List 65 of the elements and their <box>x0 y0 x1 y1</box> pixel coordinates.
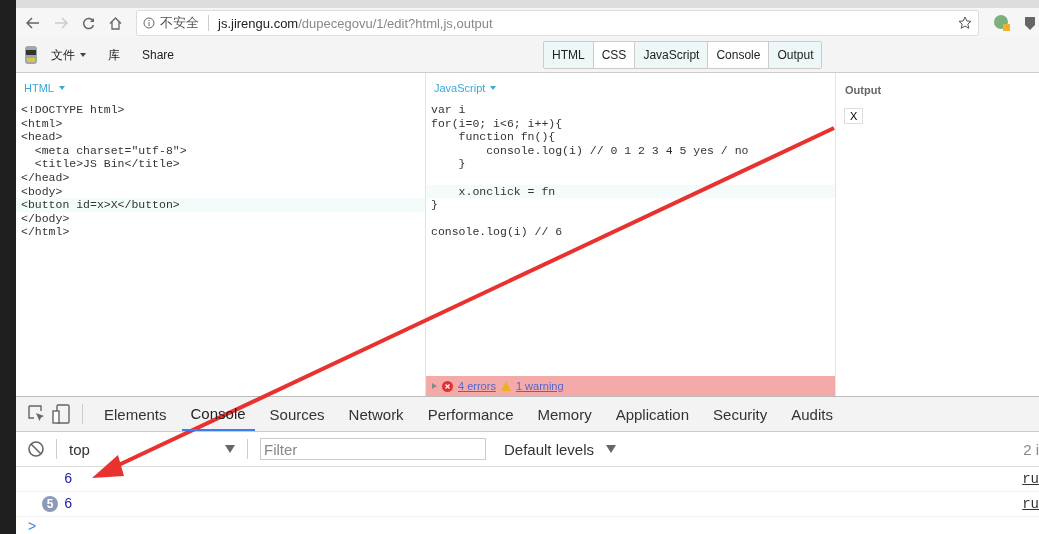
devtools-tab[interactable]: Audits <box>782 397 842 431</box>
menu-item[interactable]: 库 <box>99 46 129 64</box>
code-line: for(i=0; i<6; i++){ <box>431 116 563 130</box>
devtools-tab[interactable]: Sources <box>260 397 334 431</box>
source-link[interactable]: ru <box>1022 496 1039 512</box>
reload-icon[interactable] <box>82 16 95 30</box>
repeat-count-badge: 5 <box>42 496 58 512</box>
address-bar[interactable]: 不安全 js.jirengu.com/dupecegovu/1/edit?html,js,output <box>136 10 979 36</box>
source-link[interactable]: ru <box>1022 471 1039 487</box>
dropdown-caret-icon[interactable] <box>606 445 617 453</box>
jsbin-logo-icon[interactable] <box>24 45 38 65</box>
devtools-tab[interactable]: Security <box>704 397 777 431</box>
error-icon <box>442 380 453 392</box>
levels-dropdown[interactable]: Default levels <box>498 439 601 459</box>
code-line: <title>JS Bin</title> <box>33 157 180 171</box>
message-count: 2 i <box>1023 440 1039 458</box>
panel-tab[interactable]: Output <box>769 42 822 68</box>
bookmark-star-icon[interactable] <box>958 16 972 30</box>
panel-tab[interactable]: HTML <box>544 42 594 68</box>
home-icon[interactable] <box>109 16 122 30</box>
code-line: console.log(i) // 6 <box>431 225 563 239</box>
devtools-tab[interactable]: Application <box>606 397 699 431</box>
info-icon <box>143 17 155 29</box>
code-line: function fn(){ <box>457 130 556 144</box>
code-line: </head> <box>21 170 70 184</box>
clear-console-icon[interactable] <box>28 441 44 457</box>
panel-title: Output <box>844 83 883 98</box>
panel-tab[interactable]: JavaScript <box>635 42 709 68</box>
dropdown-caret-icon[interactable] <box>225 445 235 453</box>
url-text: js.jirengu.com/dupecegovu/1/edit?html,js,output <box>218 15 494 31</box>
console-prompt[interactable]: > <box>16 518 37 534</box>
code-line: <body> <box>21 184 63 198</box>
devtools-tab[interactable]: Memory <box>528 397 601 431</box>
code-line: console.log(i) // 0 1 2 3 4 5 yes / no <box>485 143 749 157</box>
devtools-tab[interactable]: Network <box>339 397 413 431</box>
code-line: } <box>431 198 438 212</box>
shield-icon[interactable] <box>1025 15 1035 31</box>
code-line: <button id=x>X</button> <box>21 198 180 212</box>
inspect-icon[interactable] <box>28 405 46 423</box>
code-line: <html> <box>21 116 63 130</box>
back-icon[interactable] <box>26 17 40 29</box>
devtools-tab[interactable]: Elements <box>95 397 176 431</box>
panel-tab[interactable]: Console <box>708 42 770 68</box>
code-line: </body> <box>21 211 70 225</box>
code-line: </html> <box>21 225 70 239</box>
devtools-tab[interactable]: Performance <box>418 397 523 431</box>
code-line: } <box>457 157 466 171</box>
menu-item[interactable]: Share <box>133 48 184 62</box>
code-line: <meta charset="utf-8"> <box>33 143 187 157</box>
menu-item[interactable]: 文件 <box>42 46 95 64</box>
log-value: 6 <box>64 471 73 487</box>
code-line: <!DOCTYPE html> <box>21 103 125 116</box>
filter-field[interactable]: Filter <box>260 438 486 460</box>
context-select[interactable]: top <box>69 440 219 458</box>
security-label: 不安全 <box>160 14 199 32</box>
caret-icon[interactable] <box>490 86 497 90</box>
caret-icon[interactable] <box>58 86 65 90</box>
warning-icon <box>500 381 511 391</box>
code-line: x.onclick = fn <box>457 184 556 198</box>
x-button[interactable]: X <box>844 108 864 124</box>
code-line: var i <box>431 103 466 116</box>
device-icon[interactable] <box>52 404 70 424</box>
code-line: <head> <box>21 130 63 144</box>
panel-tab[interactable]: CSS <box>593 42 636 68</box>
log-value: 6 <box>64 496 73 512</box>
